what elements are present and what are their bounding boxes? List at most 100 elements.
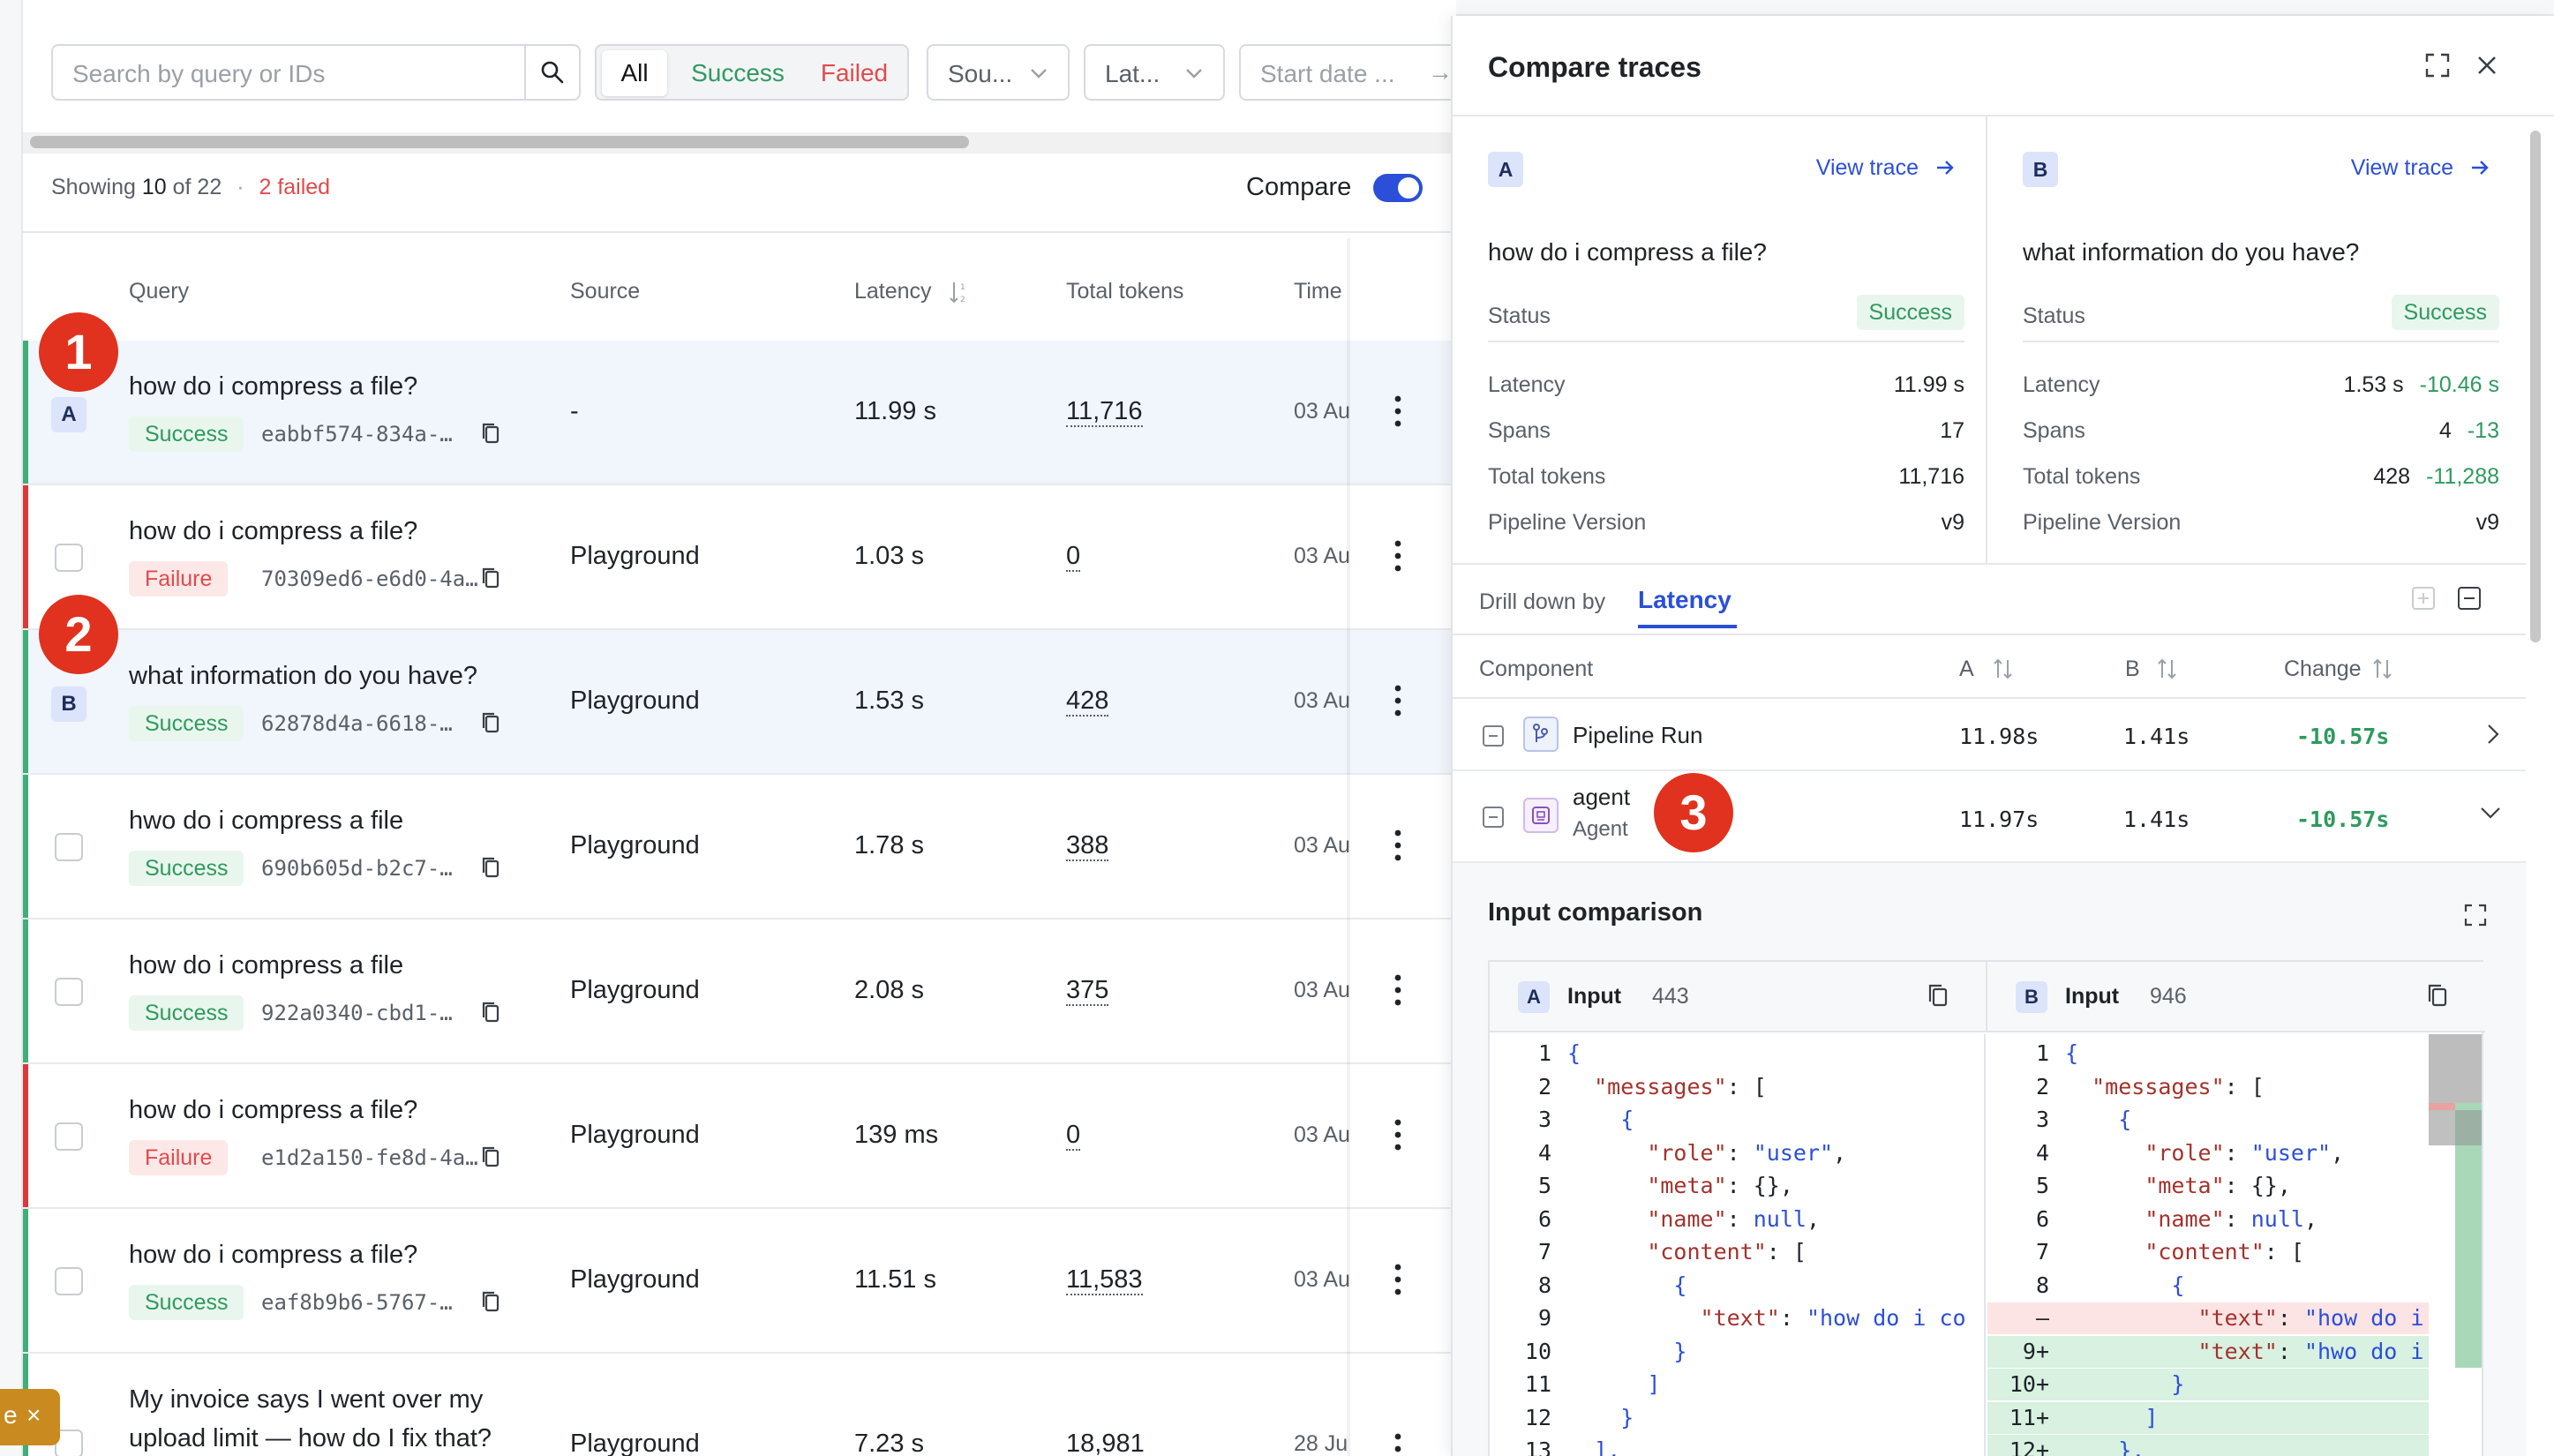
tab-latency[interactable]: Latency (1638, 586, 1731, 614)
line-number: 5 (1537, 1173, 1551, 1198)
code-line: — "text": "how do i (1987, 1302, 2429, 1334)
column-header-a[interactable]: A (1959, 657, 1974, 682)
sort-icon[interactable] (1991, 657, 2016, 681)
sort-icon[interactable]: 12 (948, 279, 971, 305)
expand-icon[interactable] (2423, 51, 2452, 79)
column-header-change[interactable]: Change (2284, 657, 2362, 682)
compare-toggle[interactable] (1373, 174, 1423, 202)
diff-minimap[interactable] (2429, 1034, 2482, 1456)
copy-icon[interactable] (478, 565, 503, 591)
source-dropdown[interactable]: Sou... (927, 44, 1070, 101)
column-header-b[interactable]: B (2125, 657, 2140, 682)
table-row[interactable]: how do i compress a file? Failure e1d2a1… (23, 1064, 1456, 1209)
filter-failed[interactable]: Failed (805, 50, 904, 96)
component-b-value: 1.41s (2123, 724, 2190, 749)
filter-success[interactable]: Success (678, 50, 798, 96)
code-line: 9+ "text": "hwo do i (1987, 1335, 2429, 1368)
copy-icon[interactable] (2425, 981, 2450, 1009)
scrollbar-thumb[interactable] (2530, 131, 2541, 642)
more-options-icon[interactable] (1391, 1424, 1405, 1456)
row-tokens[interactable]: 0 (1066, 542, 1081, 572)
table-row[interactable]: how do i compress a file? Failure 70309e… (23, 485, 1456, 630)
chevron-right-icon[interactable] (2482, 722, 2503, 747)
trace-marker-a[interactable]: A (51, 397, 86, 432)
more-options-icon[interactable] (1391, 676, 1405, 725)
scrollbar-thumb[interactable] (30, 136, 969, 148)
copy-icon[interactable] (478, 999, 503, 1025)
table-row[interactable]: how do i compress a file? Success eaf8b9… (23, 1209, 1456, 1354)
component-row-pipeline[interactable]: Pipeline Run 11.98s 1.41s -10.57s (1453, 699, 2526, 771)
row-tokens[interactable]: 388 (1066, 831, 1109, 861)
collapse-icon[interactable] (1483, 807, 1504, 828)
collapse-all-icon[interactable] (2457, 586, 2482, 611)
search-input[interactable]: Search by query or IDs (51, 44, 581, 101)
table-row[interactable]: hwo do i compress a file Success 690b605… (23, 775, 1456, 919)
more-options-icon[interactable] (1391, 821, 1405, 870)
row-tokens[interactable]: 428 (1066, 687, 1109, 717)
copy-icon[interactable] (1926, 981, 1950, 1009)
expand-icon[interactable] (2462, 902, 2489, 928)
copy-icon[interactable] (478, 1144, 503, 1170)
copy-icon[interactable] (478, 1288, 503, 1315)
toast-notification[interactable]: e × (0, 1389, 60, 1445)
row-checkbox[interactable] (55, 978, 83, 1006)
row-tokens[interactable]: 11,583 (1066, 1265, 1143, 1295)
more-options-icon[interactable] (1391, 387, 1405, 436)
table-row[interactable]: B what information do you have? Success … (23, 630, 1456, 775)
spans-value: 17 (1940, 418, 1964, 443)
status-badge: Success (129, 706, 244, 741)
column-header-query[interactable]: Query (129, 279, 189, 304)
divider (1986, 116, 1987, 563)
chevron-down-icon[interactable] (2478, 803, 2503, 824)
row-checkbox[interactable] (55, 1122, 83, 1151)
horizontal-scrollbar[interactable] (23, 132, 1456, 154)
line-number: 10+ (2009, 1371, 2049, 1397)
more-options-icon[interactable] (1391, 1255, 1405, 1304)
view-trace-b-link[interactable]: View trace (2351, 155, 2490, 181)
sort-icon[interactable] (2155, 657, 2180, 681)
copy-icon[interactable] (478, 854, 503, 881)
trace-marker-b[interactable]: B (51, 687, 86, 722)
row-query: how do i compress a file? (129, 1096, 418, 1124)
row-tokens[interactable]: 375 (1066, 976, 1109, 1006)
table-row[interactable]: My invoice says I went over my upload li… (23, 1354, 1456, 1456)
component-row-agent[interactable]: agent Agent 11.97s 1.41s -10.57s (1453, 771, 2526, 863)
filter-all[interactable]: All (602, 50, 667, 96)
more-options-icon[interactable] (1391, 965, 1405, 1015)
row-checkbox[interactable] (55, 1267, 83, 1295)
search-button[interactable] (524, 46, 579, 99)
close-icon[interactable] (2473, 51, 2501, 79)
toast-text: e (4, 1401, 18, 1429)
row-tokens[interactable]: 18,981 (1066, 1430, 1145, 1456)
component-a-value: 11.97s (1959, 807, 2039, 832)
row-tokens[interactable]: 0 (1066, 1121, 1081, 1151)
code-line: 8 { (1987, 1270, 2429, 1302)
collapse-icon[interactable] (1483, 725, 1504, 747)
column-header-source[interactable]: Source (570, 279, 640, 304)
table-row[interactable]: A how do i compress a file? Success eabb… (23, 341, 1456, 485)
component-b-value: 1.41s (2123, 807, 2190, 832)
sort-icon[interactable] (2370, 657, 2395, 681)
code-line: 2 "messages": [ (1490, 1071, 1984, 1103)
chevron-down-icon (1031, 69, 1047, 79)
row-tokens[interactable]: 11,716 (1066, 397, 1143, 427)
copy-icon[interactable] (478, 709, 503, 736)
row-checkbox[interactable] (55, 833, 83, 861)
expand-all-icon[interactable] (2411, 586, 2436, 611)
table-row[interactable]: how do i compress a file Success 922a034… (23, 919, 1456, 1064)
more-options-icon[interactable] (1391, 1110, 1405, 1160)
row-checkbox[interactable] (55, 544, 83, 572)
column-header-tokens[interactable]: Total tokens (1066, 279, 1183, 304)
start-date-input[interactable]: Start date ... → (1239, 44, 1456, 101)
column-header-latency[interactable]: Latency (854, 279, 932, 304)
version-key: Pipeline Version (1488, 510, 1647, 535)
copy-icon[interactable] (478, 420, 503, 447)
line-text: "messages": [ (1594, 1073, 1767, 1100)
view-trace-a-link[interactable]: View trace (1816, 155, 1956, 181)
more-options-icon[interactable] (1391, 531, 1405, 581)
column-header-time[interactable]: Time (1294, 279, 1342, 304)
code-line: 7 "content": [ (1490, 1236, 1984, 1268)
vertical-scrollbar[interactable] (2528, 122, 2543, 651)
latency-dropdown[interactable]: Lat... (1084, 44, 1225, 101)
toast-close-icon[interactable]: × (26, 1401, 41, 1430)
